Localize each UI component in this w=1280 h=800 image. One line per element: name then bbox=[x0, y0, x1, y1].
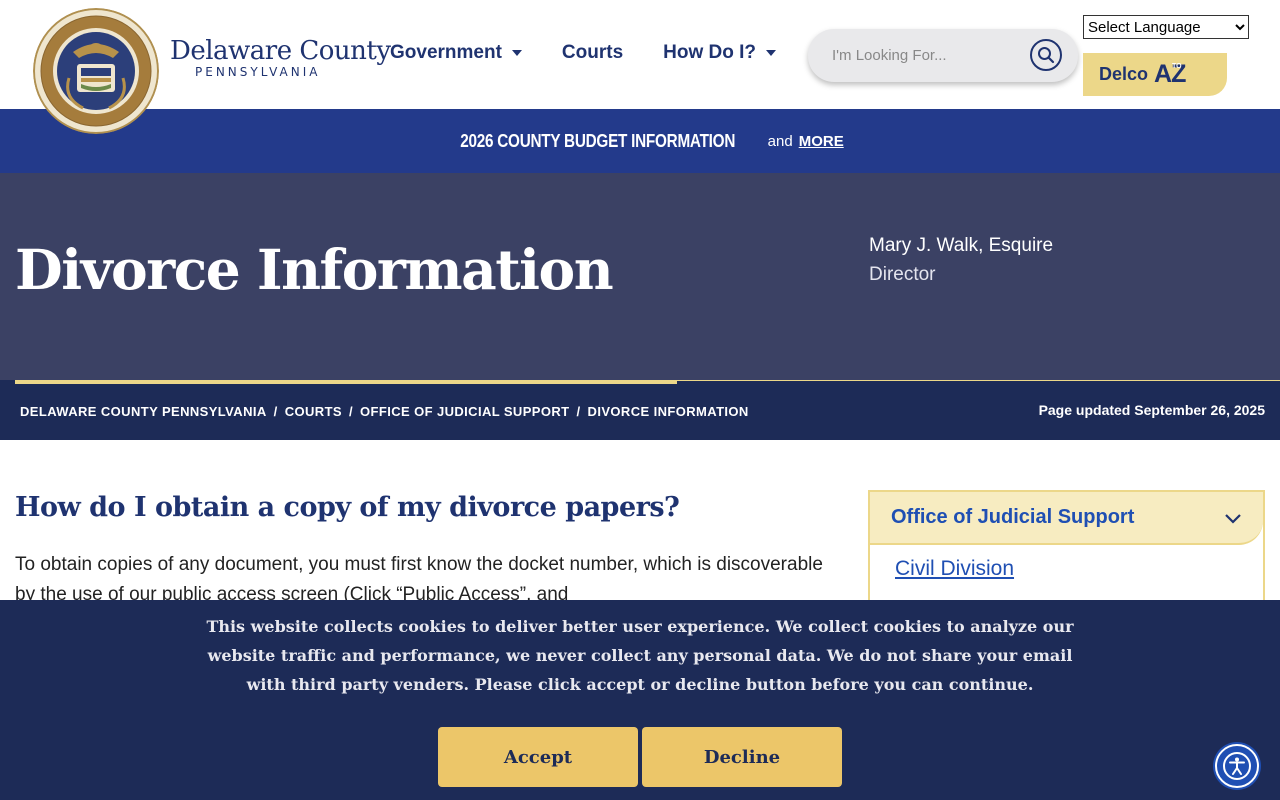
chevron-down-icon bbox=[511, 50, 522, 56]
section-heading: How do I obtain a copy of my divorce pap… bbox=[15, 492, 680, 523]
page-hero: Divorce Information Mary J. Walk, Esquir… bbox=[0, 173, 1280, 380]
nav-how-do-i[interactable]: How Do I? bbox=[663, 42, 777, 64]
accessibility-icon bbox=[1223, 752, 1251, 780]
announcement-banner: 2026 COUNTY BUDGET INFORMATION and MORE bbox=[0, 109, 1280, 173]
sidebar-panel: Office of Judicial Support Civil Divisio… bbox=[868, 490, 1265, 610]
nav-government-label: Government bbox=[390, 42, 502, 63]
brand-name: Delaware County bbox=[170, 36, 391, 66]
breadcrumb-separator: / bbox=[576, 404, 581, 419]
az-label: Delco bbox=[1099, 64, 1149, 84]
delco-a-to-z-button[interactable]: Delco AZ TO bbox=[1083, 53, 1227, 96]
breadcrumb-item[interactable]: COURTS bbox=[285, 404, 342, 419]
banner-title[interactable]: 2026 COUNTY BUDGET INFORMATION bbox=[461, 131, 736, 152]
decline-button[interactable]: Decline bbox=[642, 727, 842, 787]
search-button[interactable] bbox=[1030, 39, 1062, 71]
nav-courts[interactable]: Courts bbox=[562, 42, 623, 64]
az-to-text: TO bbox=[1172, 63, 1182, 70]
banner-more-link[interactable]: MORE bbox=[799, 133, 844, 150]
breadcrumb-divider bbox=[677, 380, 1280, 381]
language-select[interactable]: Select Language bbox=[1083, 15, 1249, 39]
search-icon bbox=[1038, 47, 1055, 64]
page-updated-date: Page updated September 26, 2025 bbox=[1038, 402, 1265, 418]
nav-how-do-i-label: How Do I? bbox=[663, 42, 757, 63]
breadcrumb-item[interactable]: DELAWARE COUNTY PENNSYLVANIA bbox=[20, 404, 267, 419]
brand-subtitle: PENNSYLVANIA bbox=[195, 65, 321, 79]
breadcrumb-item-current: DIVORCE INFORMATION bbox=[587, 404, 749, 419]
nav-courts-label: Courts bbox=[561, 42, 624, 63]
sidebar-accordion-header[interactable]: Office of Judicial Support bbox=[870, 492, 1263, 545]
breadcrumb-accent-line bbox=[15, 380, 677, 384]
director-role: Director bbox=[869, 264, 936, 285]
chevron-down-icon bbox=[1225, 514, 1241, 524]
search-box bbox=[808, 29, 1078, 82]
cookie-consent-banner: This website collects cookies to deliver… bbox=[0, 600, 1280, 800]
site-header: Delaware County PENNSYLVANIA Government … bbox=[0, 0, 1280, 109]
chevron-down-icon bbox=[766, 50, 777, 56]
breadcrumb: DELAWARE COUNTY PENNSYLVANIA / COURTS / … bbox=[20, 404, 749, 419]
county-seal-logo[interactable] bbox=[33, 8, 159, 134]
sidebar-link-civil-division[interactable]: Civil Division bbox=[895, 557, 1263, 581]
director-name: Mary J. Walk, Esquire bbox=[869, 235, 1054, 256]
cookie-message: This website collects cookies to deliver… bbox=[206, 617, 1074, 694]
search-input[interactable] bbox=[832, 47, 1012, 64]
breadcrumb-separator: / bbox=[348, 404, 353, 419]
brand-logo[interactable]: Delaware County PENNSYLVANIA bbox=[170, 36, 391, 78]
sidebar-heading: Office of Judicial Support bbox=[891, 506, 1135, 528]
accept-button[interactable]: Accept bbox=[438, 727, 638, 787]
nav-government[interactable]: Government bbox=[390, 42, 522, 64]
breadcrumb-separator: / bbox=[273, 404, 278, 419]
page-title: Divorce Information bbox=[15, 237, 614, 302]
main-nav: Government Courts How Do I? bbox=[390, 42, 816, 64]
accessibility-button[interactable] bbox=[1215, 744, 1259, 788]
breadcrumb-bar: DELAWARE COUNTY PENNSYLVANIA / COURTS / … bbox=[0, 380, 1280, 440]
breadcrumb-item[interactable]: OFFICE OF JUDICIAL SUPPORT bbox=[360, 404, 570, 419]
a-to-z-logo: AZ TO bbox=[1154, 60, 1186, 89]
banner-and-text: and bbox=[767, 132, 793, 150]
